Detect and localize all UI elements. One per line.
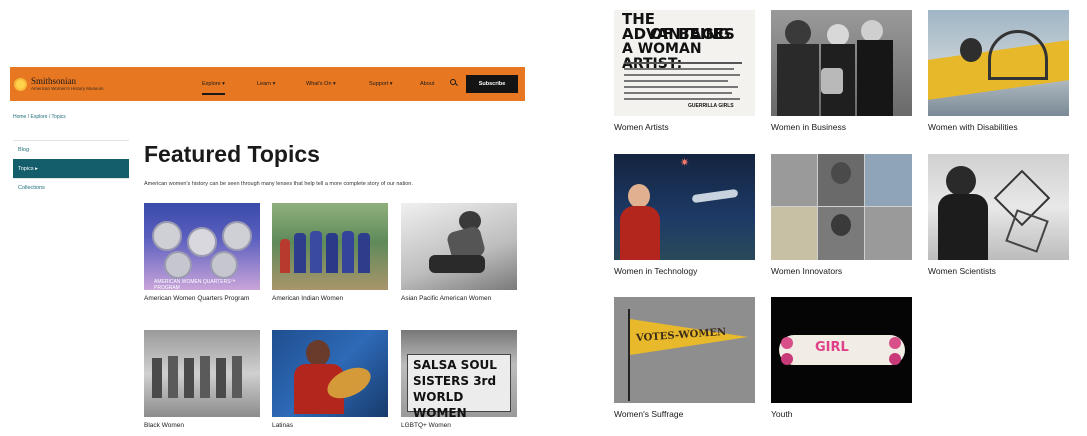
logo-subtitle: American Women's History Museum bbox=[31, 85, 104, 91]
women-innovators-image bbox=[771, 154, 912, 260]
banner-line-3: WORLD WOMEN bbox=[413, 390, 467, 417]
site-header: Smithsonian American Women's History Mus… bbox=[10, 67, 525, 101]
sun-logo-icon bbox=[14, 77, 27, 91]
topic-label: Women Innovators bbox=[771, 266, 843, 276]
topic-card-black-women[interactable]: Black Women bbox=[144, 330, 260, 430]
women-artists-image: THE ADVANTAGES OF BEING A WOMAN ARTIST: … bbox=[614, 10, 755, 116]
quarters-image: AMERICAN WOMEN QUARTERS™ PROGRAM bbox=[144, 203, 260, 290]
sidebar-menu: Blog Topics ▸ Collections bbox=[13, 140, 129, 197]
womens-suffrage-image: VOTES-WOMEN bbox=[614, 297, 755, 403]
poster-line-2: OF BEING bbox=[650, 25, 731, 43]
youth-image: GIRL bbox=[771, 297, 912, 403]
women-with-disabilities-image bbox=[928, 10, 1069, 116]
page-title: Featured Topics bbox=[144, 141, 320, 167]
star-icon: ✷ bbox=[680, 157, 690, 169]
topic-card-womens-suffrage[interactable]: VOTES-WOMEN Women's Suffrage bbox=[614, 297, 755, 419]
topic-card-women-artists[interactable]: THE ADVANTAGES OF BEING A WOMAN ARTIST: … bbox=[614, 10, 755, 132]
poster-credit: GUERRILLA GIRLS bbox=[688, 103, 734, 109]
topic-label: Women in Business bbox=[771, 122, 846, 132]
topic-label: Women with Disabilities bbox=[928, 122, 1018, 132]
topic-label: Women Scientists bbox=[928, 266, 996, 276]
topic-label: American Women Quarters Program bbox=[144, 295, 250, 302]
topic-label: Women Artists bbox=[614, 122, 669, 132]
search-icon[interactable] bbox=[450, 79, 458, 87]
nav-explore[interactable]: Explore ▾ bbox=[202, 67, 225, 101]
page-intro: American women's history can be seen thr… bbox=[144, 181, 413, 187]
quarters-caption: AMERICAN WOMEN QUARTERS™ PROGRAM bbox=[154, 279, 236, 290]
nav-learn[interactable]: Learn ▾ bbox=[257, 67, 275, 101]
topic-card-latinas[interactable]: Latinas bbox=[272, 330, 388, 430]
topic-card-american-indian-women[interactable]: American Indian Women bbox=[272, 203, 388, 303]
featured-topics-page: Smithsonian American Women's History Mus… bbox=[0, 0, 540, 436]
topic-label: Asian Pacific American Women bbox=[401, 295, 492, 302]
topic-label: Youth bbox=[771, 409, 793, 419]
lgbtq-women-image: SALSA SOUL SISTERS 3rd WORLD WOMEN bbox=[401, 330, 517, 417]
breadcrumb[interactable]: Home / Explore / Topics bbox=[13, 114, 66, 120]
skateboard-text: GIRL bbox=[815, 340, 849, 355]
topic-card-women-in-technology[interactable]: ✷ Women in Technology bbox=[614, 154, 755, 276]
topic-card-asian-pacific-american-women[interactable]: Asian Pacific American Women bbox=[401, 203, 517, 303]
topic-card-women-in-business[interactable]: Women in Business bbox=[771, 10, 912, 132]
nav-support[interactable]: Support ▾ bbox=[369, 67, 393, 101]
asian-pacific-american-women-image bbox=[401, 203, 517, 290]
topic-label: Black Women bbox=[144, 422, 184, 429]
black-women-image bbox=[144, 330, 260, 417]
subscribe-button[interactable]: Subscribe bbox=[466, 75, 518, 93]
sidebar-item-topics[interactable]: Topics ▸ bbox=[13, 159, 129, 178]
topic-card-women-innovators[interactable]: Women Innovators bbox=[771, 154, 912, 276]
topic-card-women-scientists[interactable]: Women Scientists bbox=[928, 154, 1069, 276]
topic-label: LGBTQ+ Women bbox=[401, 422, 451, 429]
sidebar-item-blog[interactable]: Blog bbox=[13, 140, 129, 159]
topic-label: American Indian Women bbox=[272, 295, 344, 302]
women-in-technology-image: ✷ bbox=[614, 154, 755, 260]
topic-card-youth[interactable]: GIRL Youth bbox=[771, 297, 912, 419]
women-in-business-image bbox=[771, 10, 912, 116]
topic-card-quarters[interactable]: AMERICAN WOMEN QUARTERS™ PROGRAM America… bbox=[144, 203, 260, 303]
topic-card-women-with-disabilities[interactable]: Women with Disabilities bbox=[928, 10, 1069, 132]
logo-title: Smithsonian bbox=[31, 75, 77, 86]
smithsonian-logo[interactable]: Smithsonian American Women's History Mus… bbox=[14, 75, 104, 92]
topic-label: Women's Suffrage bbox=[614, 409, 684, 419]
topic-label: Women in Technology bbox=[614, 266, 698, 276]
women-scientists-image bbox=[928, 154, 1069, 260]
sidebar-item-collections[interactable]: Collections bbox=[13, 178, 129, 197]
topic-label: Latinas bbox=[272, 422, 293, 429]
nav-about[interactable]: About bbox=[420, 67, 434, 101]
topic-card-lgbtq-women[interactable]: SALSA SOUL SISTERS 3rd WORLD WOMEN LGBTQ… bbox=[401, 330, 517, 430]
latinas-image bbox=[272, 330, 388, 417]
american-indian-women-image bbox=[272, 203, 388, 290]
nav-whats-on[interactable]: What's On ▾ bbox=[306, 67, 336, 101]
banner-line-1: SALSA SOUL bbox=[413, 358, 497, 372]
banner-line-2: SISTERS 3rd bbox=[413, 374, 497, 388]
